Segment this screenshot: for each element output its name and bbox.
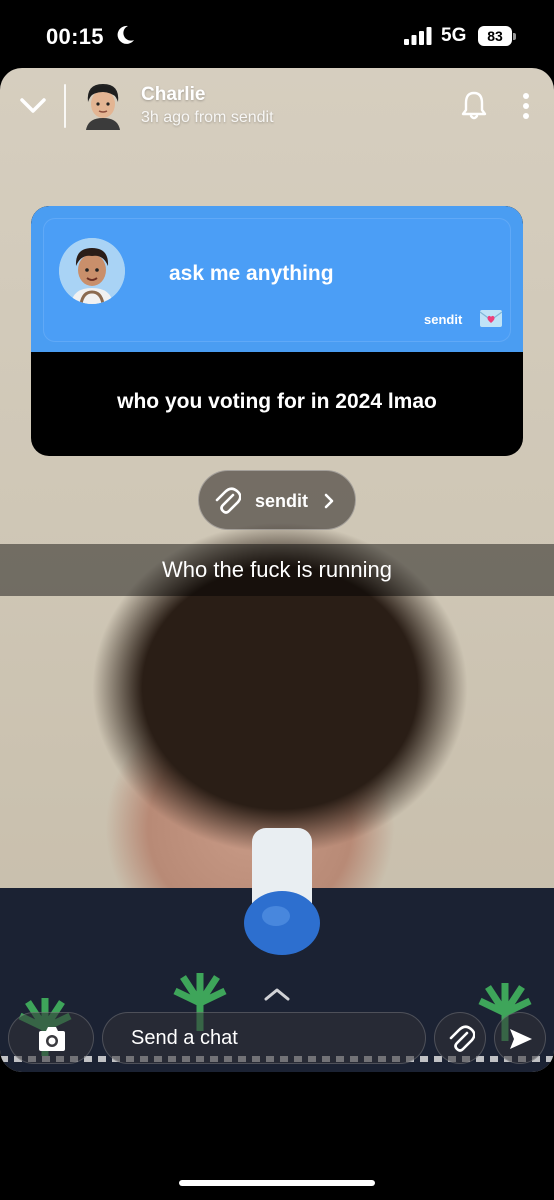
moon-icon xyxy=(117,25,134,44)
battery-indicator: 83 xyxy=(478,26,516,46)
chat-input[interactable]: Send a chat xyxy=(102,1012,426,1064)
card-avatar xyxy=(59,238,125,304)
caption-text: Who the fuck is running xyxy=(162,557,392,582)
sender-name[interactable]: Charlie xyxy=(141,84,205,106)
card-header: ask me anything sendit xyxy=(31,206,523,352)
battery-level: 83 xyxy=(487,28,503,44)
chat-placeholder: Send a chat xyxy=(131,1027,238,1049)
paperclip-icon xyxy=(449,1025,475,1052)
camera-button[interactable] xyxy=(8,1012,94,1064)
network-label: 5G xyxy=(441,25,467,46)
chevron-up-icon[interactable] xyxy=(262,986,292,1002)
header-divider xyxy=(64,84,66,128)
signal-icon xyxy=(404,27,432,45)
sender-subtitle: 3h ago from sendit xyxy=(141,109,274,126)
send-icon xyxy=(510,1029,532,1049)
more-vertical-icon[interactable] xyxy=(520,92,532,120)
card-brand: sendit xyxy=(424,312,463,327)
caption-bar: Who the fuck is running xyxy=(0,544,554,596)
sendit-link-label: sendit xyxy=(255,491,309,511)
chevron-down-icon[interactable] xyxy=(18,92,48,118)
paperclip-icon xyxy=(215,487,241,514)
card-prompt: ask me anything xyxy=(169,262,334,285)
chevron-right-icon xyxy=(324,493,334,509)
send-button[interactable] xyxy=(494,1012,546,1064)
avatar[interactable] xyxy=(80,80,126,130)
status-time: 00:15 xyxy=(46,24,104,49)
status-bar: 00:15 5G 83 xyxy=(0,0,554,70)
sendit-card[interactable]: ask me anything sendit who you voting fo… xyxy=(31,206,523,456)
bottle xyxy=(244,828,320,955)
camera-icon xyxy=(39,1027,65,1051)
home-indicator[interactable] xyxy=(179,1180,375,1186)
envelope-heart-icon xyxy=(480,310,502,327)
sendit-link-button[interactable]: sendit xyxy=(198,470,356,530)
card-question: who you voting for in 2024 lmao xyxy=(117,390,437,413)
bell-icon[interactable] xyxy=(460,90,488,120)
attach-button[interactable] xyxy=(434,1012,486,1064)
